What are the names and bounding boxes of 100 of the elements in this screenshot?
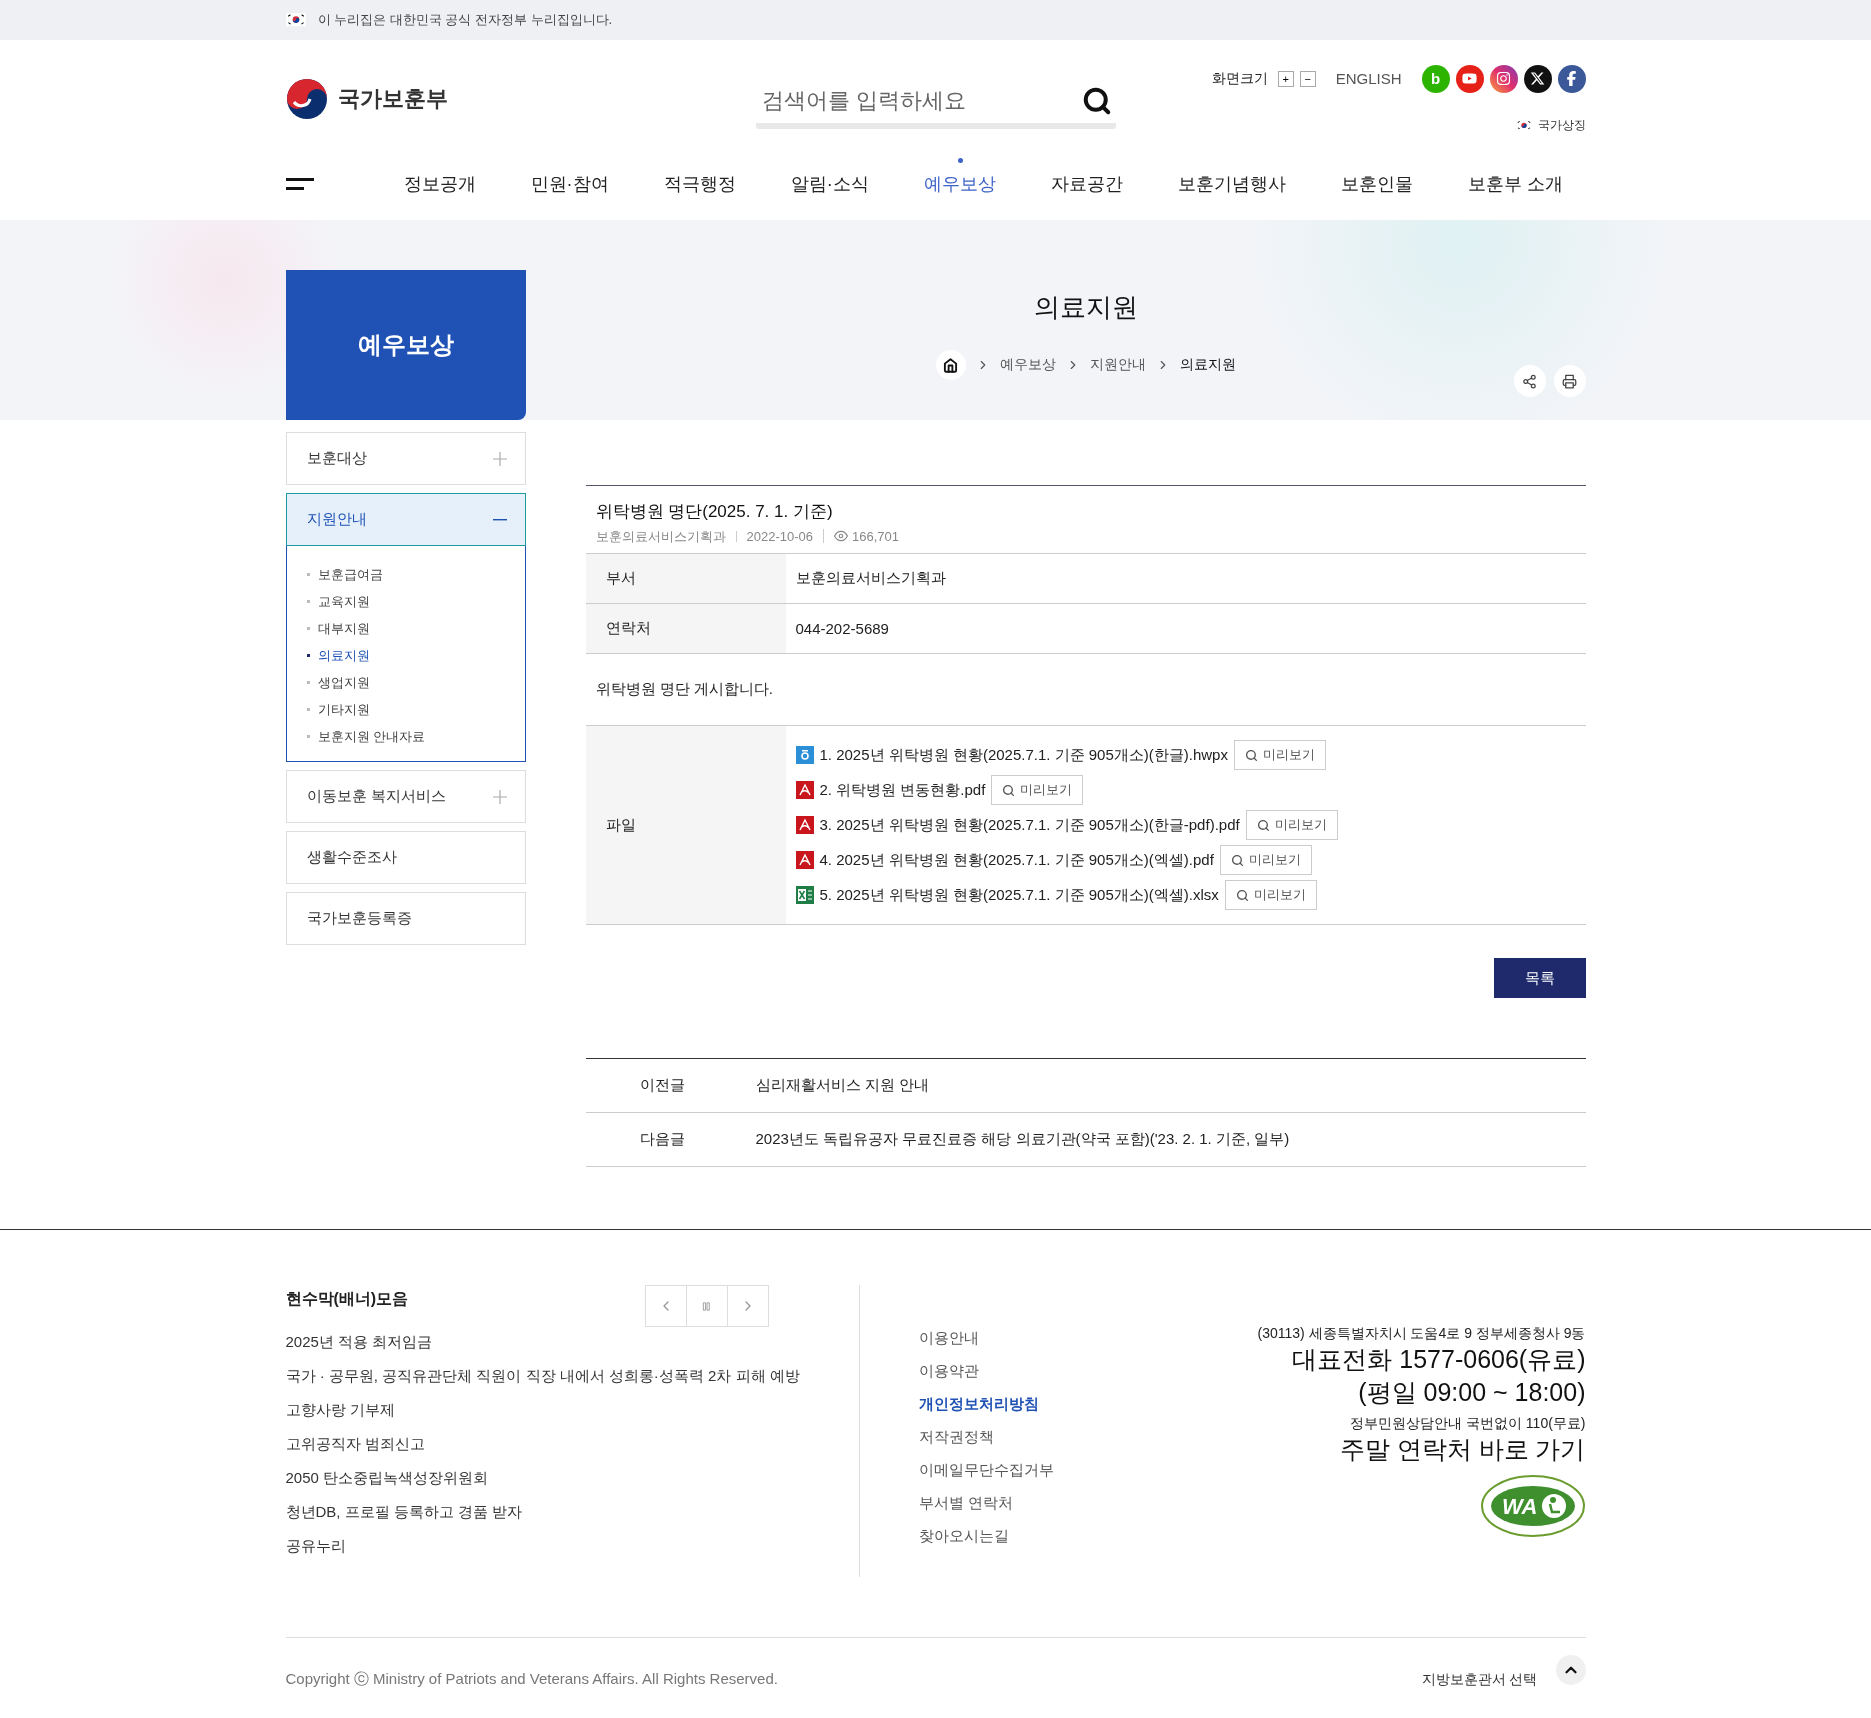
sidebar-item[interactable]: 이동보훈 복지서비스 xyxy=(285,770,526,823)
nav-item[interactable]: 알림·소식 xyxy=(790,172,869,196)
file-link[interactable]: 4. 2025년 위탁병원 현황(2025.7.1. 기준 905개소)(엑셀).pdf xyxy=(819,850,1214,870)
site-logo-text[interactable]: 국가보훈부 xyxy=(337,84,448,114)
eye-icon xyxy=(834,529,848,543)
nav-item[interactable]: 보훈기념행사 xyxy=(1178,172,1287,196)
section-title: 예우보상 xyxy=(285,270,526,420)
preview-button[interactable]: 미리보기 xyxy=(1224,880,1317,910)
youtube-icon[interactable] xyxy=(1455,64,1484,93)
preview-button[interactable]: 미리보기 xyxy=(1219,845,1312,875)
breadcrumb-link[interactable]: 의료지원 xyxy=(1179,356,1236,374)
banner-link[interactable]: 고향사랑 기부제 xyxy=(285,1399,859,1421)
file-link[interactable]: 3. 2025년 위탁병원 현황(2025.7.1. 기준 905개소)(한글-pdf).pdf xyxy=(819,815,1240,835)
menu-icon[interactable] xyxy=(285,178,314,190)
plus-icon xyxy=(492,451,507,466)
sidebar-item[interactable]: 국가보훈등록증 xyxy=(285,892,526,945)
nav-item[interactable]: 자료공간 xyxy=(1051,172,1124,196)
search-icon xyxy=(1235,888,1249,902)
phone-number: 대표전화 1577-0606(유료) xyxy=(1292,1344,1586,1375)
submenu-item[interactable]: 생업지원 xyxy=(306,672,505,693)
file-link[interactable]: 1. 2025년 위탁병원 현황(2025.7.1. 기준 905개소)(한글).hwpx xyxy=(819,745,1228,765)
preview-button[interactable]: 미리보기 xyxy=(1233,740,1326,770)
post-title: 위탁병원 명단(2025. 7. 1. 기준) xyxy=(595,501,834,523)
field-label: 파일 xyxy=(585,726,786,924)
submenu-item[interactable]: 의료지원 xyxy=(306,645,505,666)
submenu-item[interactable]: 보훈급여금 xyxy=(306,564,505,585)
breadcrumb-link[interactable]: 예우보상 xyxy=(999,356,1056,374)
pdf-icon xyxy=(795,781,814,799)
submenu-item[interactable]: 기타지원 xyxy=(306,699,505,720)
field-label: 부서 xyxy=(585,554,786,603)
pdf-icon xyxy=(795,816,814,834)
print-icon xyxy=(1562,373,1577,389)
preview-button[interactable]: 미리보기 xyxy=(991,775,1084,805)
banner-link[interactable]: 고위공직자 범죄신고 xyxy=(285,1433,859,1455)
submenu-item[interactable]: 보훈지원 안내자료 xyxy=(306,726,505,747)
footer-link[interactable]: 이용약관 xyxy=(918,1360,1223,1382)
field-value: 보훈의료서비스기획과 xyxy=(794,568,947,588)
banner-link[interactable]: 2025년 적용 최저임금 xyxy=(285,1331,859,1353)
scroll-top-button[interactable] xyxy=(1555,1654,1586,1685)
submenu-item[interactable]: 교육지원 xyxy=(306,591,505,612)
regional-office-select[interactable]: 지방보훈관서 선택 xyxy=(1421,1670,1538,1689)
sidebar-item[interactable]: 지원안내 xyxy=(285,493,526,546)
file-link[interactable]: 2. 위탁병원 변동현황.pdf xyxy=(819,780,986,800)
nav-item[interactable]: 민원·참여 xyxy=(530,172,609,196)
search-icon xyxy=(1002,783,1016,797)
banner-link[interactable]: 공유누리 xyxy=(285,1535,859,1557)
file-link[interactable]: 5. 2025년 위탁병원 현황(2025.7.1. 기준 905개소)(엑셀).xlsx xyxy=(819,885,1219,905)
banner-link[interactable]: 국가 · 공무원, 공직유관단체 직원이 직장 내에서 성희롱·성폭력 2차 피해 예방 xyxy=(285,1365,859,1387)
view-count: 166,701 xyxy=(852,530,899,542)
national-symbol-link[interactable]: 국가상징 xyxy=(1537,116,1586,134)
submenu-item[interactable]: 대부지원 xyxy=(306,618,505,639)
footer-link[interactable]: 저작권정책 xyxy=(918,1426,1223,1448)
field-label: 연락처 xyxy=(585,604,786,653)
nav-item[interactable]: 예우보상 xyxy=(923,172,996,196)
house-icon xyxy=(943,357,958,373)
adjacent-post-label: 다음글 xyxy=(638,1130,686,1149)
plus-icon xyxy=(492,789,507,804)
search-icon xyxy=(1230,853,1244,867)
minus-icon xyxy=(492,518,507,521)
banner-link[interactable]: 청년DB, 프로필 등록하고 경품 받자 xyxy=(285,1501,859,1523)
footer-link[interactable]: 부서별 연락처 xyxy=(918,1492,1223,1514)
home-button[interactable] xyxy=(935,350,966,380)
english-link[interactable]: ENGLISH xyxy=(1335,70,1402,87)
banner-link[interactable]: 2050 탄소중립녹색성장위원회 xyxy=(285,1467,859,1489)
font-size-button[interactable]: + xyxy=(1277,70,1294,87)
post-department: 보훈의료서비스기획과 xyxy=(595,530,727,542)
adjacent-post-link[interactable]: 심리재활서비스 지원 안내 xyxy=(755,1076,1586,1095)
facebook-icon[interactable] xyxy=(1557,64,1586,93)
web-accessibility-mark: WA xyxy=(1479,1474,1586,1538)
nav-item[interactable]: 보훈인물 xyxy=(1341,172,1414,196)
copyright-text: Copyright ⓒ Ministry of Patriots and Veterans Affairs. All Rights Reserved. xyxy=(285,1670,778,1689)
search-field[interactable]: 검색어를 입력하세요 xyxy=(759,87,1082,115)
pdf-icon xyxy=(795,851,814,869)
adjacent-post-link[interactable]: 2023년도 독립유공자 무료진료증 해당 의료기관(약국 포함)('23. 2. 1. 기준, 일부) xyxy=(755,1130,1586,1149)
x-icon[interactable] xyxy=(1523,64,1552,93)
footer-link[interactable]: 이용안내 xyxy=(918,1327,1223,1349)
footer-link[interactable]: 개인정보처리방침 xyxy=(918,1393,1223,1415)
office-hours: (평일 09:00 ~ 18:00) xyxy=(1358,1377,1586,1408)
breadcrumb-link[interactable]: 지원안내 xyxy=(1089,356,1146,374)
share-icon xyxy=(1522,373,1537,389)
font-size-button[interactable]: − xyxy=(1299,70,1316,87)
government-notice: 이 누리집은 대한민국 공식 전자정부 누리집입니다. xyxy=(317,11,613,29)
font-size-label: 화면크기 xyxy=(1211,69,1268,88)
weekend-contact-link[interactable]: 주말 연락처 바로 가기 xyxy=(1339,1433,1586,1466)
footer-link[interactable]: 찾아오시는길 xyxy=(918,1525,1223,1547)
list-button[interactable]: 목록 xyxy=(1493,958,1586,998)
nav-item[interactable]: 보훈부 소개 xyxy=(1468,172,1564,196)
search-icon xyxy=(1256,818,1270,832)
adjacent-post-label: 이전글 xyxy=(638,1076,686,1095)
print-button[interactable] xyxy=(1553,365,1586,397)
instagram-icon[interactable] xyxy=(1489,64,1518,93)
share-button[interactable] xyxy=(1513,365,1546,397)
sidebar-item[interactable]: 보훈대상 xyxy=(285,432,526,485)
sidebar-item[interactable]: 생활수준조사 xyxy=(285,831,526,884)
search-icon[interactable] xyxy=(1081,86,1112,116)
nav-item[interactable]: 적극행정 xyxy=(663,172,736,196)
post-date: 2022-10-06 xyxy=(735,530,823,542)
preview-button[interactable]: 미리보기 xyxy=(1245,810,1338,840)
footer-link[interactable]: 이메일무단수집거부 xyxy=(918,1459,1223,1481)
nav-item[interactable]: 정보공개 xyxy=(403,172,476,196)
